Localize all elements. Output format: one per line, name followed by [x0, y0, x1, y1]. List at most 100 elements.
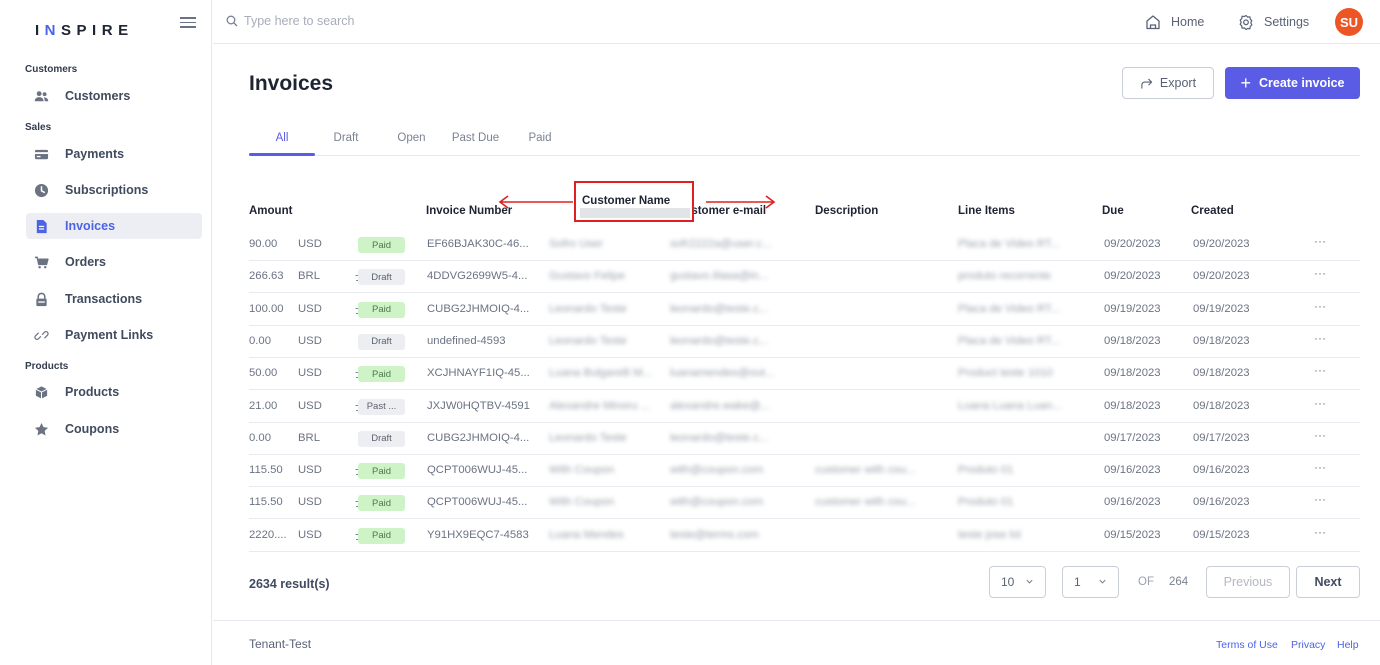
customer-name-cell: Sofro User [549, 238, 603, 250]
more-actions-icon[interactable]: ··· [1314, 428, 1326, 442]
sidebar-item-transactions[interactable]: Transactions [26, 286, 202, 312]
logo: INSPIRE [35, 22, 134, 39]
create-invoice-button[interactable]: + Create invoice [1225, 67, 1360, 99]
line-items-cell: Placa de Video RT... [958, 334, 1060, 347]
customer-email-cell: with@coupon.com [670, 496, 764, 509]
customer-name-cell: With Coupon [549, 496, 615, 509]
page-select[interactable]: 1 [1062, 566, 1119, 598]
currency-cell: BRL [298, 431, 320, 444]
more-actions-icon[interactable]: ··· [1314, 299, 1326, 313]
sidebar-item-products[interactable]: Products [26, 379, 202, 405]
line-items-cell: Placa de Video RT... [958, 302, 1060, 315]
table-row[interactable]: 21.00 USD Past ... JXJW0HQTBV-4591 Alexandre… [249, 391, 1360, 423]
currency-cell: USD [298, 528, 322, 541]
due-date-cell: 09/18/2023 [1104, 399, 1161, 412]
lock-icon [34, 292, 49, 307]
tab-all[interactable]: All [249, 132, 315, 144]
help-link[interactable]: Help [1337, 639, 1359, 651]
created-date-cell: 09/16/2023 [1193, 464, 1250, 477]
table-row[interactable]: 266.63 BRL Draft 4DDVG2699W5-4... Gustavo Fe… [249, 261, 1360, 294]
table-row[interactable]: 50.00 USD Paid XCJHNAYF1IQ-45... Luana Bulga… [249, 358, 1360, 391]
header-description[interactable]: Description [815, 205, 878, 217]
amount-cell: 266.63 [249, 270, 284, 283]
customer-name-cell: Luana Mendes [549, 528, 624, 541]
customer-email-cell: sofr2222a@user.c... [670, 238, 772, 250]
sidebar-item-coupons[interactable]: Coupons [26, 416, 202, 442]
more-actions-icon[interactable]: ··· [1314, 234, 1326, 248]
customer-email-cell: leonardo@teste.c... [670, 302, 769, 315]
next-button[interactable]: Next [1296, 566, 1360, 598]
sidebar-item-customers[interactable]: Customers [26, 83, 202, 109]
invoice-number-cell: 4DDVG2699W5-4... [427, 270, 528, 283]
table-row[interactable]: 115.50 USD Paid QCPT006WUJ-45... With Coupon… [249, 455, 1360, 488]
table-row[interactable]: 2220.... USD Paid Y91HX9EQC7-4583 Luana Mend… [249, 520, 1360, 552]
sidebar-item-payment-links[interactable]: Payment Links [26, 322, 202, 348]
logo-text: INSPIRE [35, 22, 134, 39]
chevron-down-icon [1026, 579, 1033, 584]
table-row[interactable]: 0.00 BRL Draft CUBG2JHMOIQ-4... Leonardo Tes… [249, 423, 1360, 455]
customer-email-cell: teste@terms.com [670, 528, 759, 541]
home-label: Home [1171, 15, 1205, 29]
tab-draft[interactable]: Draft [320, 132, 372, 144]
customer-name-cell: Gustavo Felipe [549, 270, 625, 283]
line-items-cell: teste jose lol [958, 528, 1021, 541]
invoice-number-cell: EF66BJAK30C-46... [427, 238, 529, 250]
more-actions-icon[interactable]: ··· [1314, 525, 1326, 539]
customer-email-cell: leonardo@teste.c... [670, 334, 769, 347]
page-size-select[interactable]: 10 [989, 566, 1046, 598]
drag-placeholder [580, 208, 690, 218]
menu-toggle-icon[interactable] [180, 14, 196, 28]
created-date-cell: 09/20/2023 [1193, 238, 1250, 250]
export-button[interactable]: Export [1122, 67, 1214, 99]
table-row[interactable]: 90.00 USD Paid EF66BJAK30C-46... Sofro User s… [249, 229, 1360, 261]
more-actions-icon[interactable]: ··· [1314, 396, 1326, 410]
header-due[interactable]: Due [1102, 205, 1124, 217]
line-items-cell: Product teste 1010 [958, 367, 1053, 380]
status-badge: Paid [358, 527, 405, 544]
table-row[interactable]: 0.00 USD Draft undefined-4593 Leonardo Teste… [249, 326, 1360, 358]
customer-email-cell: with@coupon.com [670, 464, 764, 477]
page-value: 1 [1074, 575, 1081, 589]
previous-button[interactable]: Previous [1206, 566, 1290, 598]
description-cell: customer with cou... [815, 496, 916, 509]
currency-cell: USD [298, 238, 322, 250]
avatar[interactable]: SU [1335, 8, 1363, 36]
amount-cell: 0.00 [249, 334, 271, 347]
created-date-cell: 09/16/2023 [1193, 496, 1250, 509]
dragged-column-header-customer-name[interactable]: Customer Name [574, 181, 694, 222]
more-actions-icon[interactable]: ··· [1314, 460, 1326, 474]
status-badge: Paid [358, 301, 405, 318]
header-amount[interactable]: Amount [249, 205, 292, 217]
more-actions-icon[interactable]: ··· [1314, 331, 1326, 345]
status-badge: Paid [358, 463, 405, 480]
sidebar-item-subscriptions[interactable]: Subscriptions [26, 177, 202, 203]
status-badge: Past ... [358, 398, 405, 415]
sidebar-item-label: Payment Links [65, 328, 154, 342]
more-actions-icon[interactable]: ··· [1314, 492, 1326, 506]
sidebar: INSPIRE Customers Customers Sales Paymen… [0, 0, 212, 665]
customer-name-cell: Leonardo Teste [549, 334, 627, 347]
settings-link[interactable]: Settings [1238, 14, 1309, 30]
tab-paid[interactable]: Paid [520, 132, 560, 144]
currency-cell: USD [298, 464, 322, 477]
link-icon [34, 328, 49, 343]
header-line-items[interactable]: Line Items [958, 205, 1015, 217]
tab-open[interactable]: Open [388, 132, 435, 144]
due-date-cell: 09/18/2023 [1104, 367, 1161, 380]
header-created[interactable]: Created [1191, 205, 1234, 217]
sidebar-item-orders[interactable]: Orders [26, 249, 202, 275]
status-badge: Draft [358, 333, 405, 350]
tab-past-due[interactable]: Past Due [448, 132, 503, 144]
due-date-cell: 09/19/2023 [1104, 302, 1161, 315]
table-row[interactable]: 100.00 USD Paid CUBG2JHMOIQ-4... Leonardo Te… [249, 294, 1360, 326]
chevron-down-icon [1099, 579, 1106, 584]
sidebar-item-payments[interactable]: Payments [26, 141, 202, 167]
search-input[interactable] [244, 14, 544, 28]
terms-link[interactable]: Terms of Use [1216, 639, 1278, 651]
table-row[interactable]: 115.50 USD Paid QCPT006WUJ-45... With Coupon… [249, 487, 1360, 520]
more-actions-icon[interactable]: ··· [1314, 266, 1326, 280]
sidebar-item-invoices[interactable]: Invoices [26, 213, 202, 239]
more-actions-icon[interactable]: ··· [1314, 363, 1326, 377]
home-link[interactable]: Home [1145, 14, 1204, 30]
privacy-link[interactable]: Privacy [1291, 639, 1325, 651]
